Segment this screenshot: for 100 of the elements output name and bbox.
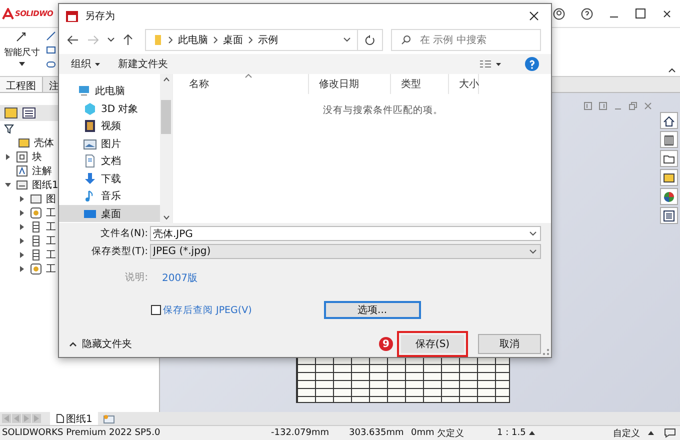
dropdown-icon[interactable] bbox=[529, 231, 537, 236]
scroll-down-icon bbox=[162, 215, 170, 220]
folder-icon[interactable] bbox=[660, 150, 678, 167]
breadcrumb-item[interactable]: 此电脑 bbox=[178, 33, 208, 48]
search-field[interactable]: 在 示例 中搜索 bbox=[391, 29, 541, 52]
comment-icon[interactable] bbox=[664, 428, 676, 438]
tree-item[interactable]: 工 bbox=[46, 234, 56, 248]
nav-item[interactable]: 音乐 bbox=[59, 187, 160, 205]
collapse-icon[interactable] bbox=[668, 67, 676, 73]
view-options-icon[interactable] bbox=[479, 59, 501, 70]
column-header[interactable]: 大小 bbox=[449, 74, 479, 94]
tool-label[interactable]: 智能尺寸 bbox=[4, 46, 40, 59]
caret-icon bbox=[95, 62, 100, 66]
blocks-icon bbox=[16, 151, 28, 163]
refresh-icon bbox=[364, 34, 376, 46]
line-icon[interactable] bbox=[46, 31, 56, 41]
dropdown-icon[interactable] bbox=[529, 249, 537, 254]
tree-item[interactable]: 图 bbox=[46, 192, 56, 206]
add-sheet-icon[interactable] bbox=[102, 414, 116, 424]
units-caret-icon[interactable] bbox=[648, 431, 654, 435]
properties-tab-icon[interactable] bbox=[22, 107, 36, 119]
view-after-save-checkbox[interactable]: 保存后查阅 JPEG(V) bbox=[151, 304, 252, 316]
chevron-icon bbox=[168, 36, 173, 44]
options-button[interactable]: 选项... bbox=[324, 301, 421, 319]
caret-icon[interactable] bbox=[19, 62, 25, 66]
tree-item[interactable]: 工 bbox=[46, 206, 56, 220]
description-label: 说明: bbox=[124, 271, 149, 284]
empty-message: 没有与搜索条件匹配的项。 bbox=[322, 104, 444, 118]
chevron-icon bbox=[248, 36, 253, 44]
file-name-field[interactable]: 壳体.JPG bbox=[150, 226, 541, 241]
restore-icon[interactable] bbox=[629, 102, 637, 110]
pc-icon bbox=[77, 84, 91, 98]
slot-icon[interactable] bbox=[46, 59, 56, 69]
tree-item[interactable]: 工 bbox=[46, 220, 56, 234]
tree-item[interactable]: 壳体 bbox=[34, 136, 54, 150]
resize-grip-icon[interactable] bbox=[543, 349, 549, 355]
dropdown-icon[interactable] bbox=[342, 37, 351, 44]
table-icon bbox=[30, 235, 42, 247]
help-icon[interactable] bbox=[581, 8, 593, 20]
ribbon-tab[interactable]: 工程图 bbox=[0, 77, 43, 92]
expand-arrow-icon[interactable] bbox=[18, 223, 26, 231]
expand-arrow-icon[interactable] bbox=[18, 265, 26, 273]
tree-item[interactable]: 块 bbox=[32, 150, 42, 164]
tree-item[interactable]: 注解 bbox=[32, 164, 52, 178]
expand-arrow-icon[interactable] bbox=[18, 237, 26, 245]
description-value: 2007版 bbox=[162, 272, 198, 284]
tree-item[interactable]: 工 bbox=[46, 262, 56, 276]
toolbar-button[interactable]: 组织 bbox=[71, 57, 100, 72]
appearance-icon[interactable] bbox=[660, 188, 678, 205]
nav-item[interactable]: 视频 bbox=[59, 117, 160, 135]
scrollbar[interactable] bbox=[160, 74, 172, 223]
tile-right-icon[interactable] bbox=[599, 102, 607, 110]
sheet-tab[interactable]: 图纸1 bbox=[50, 412, 98, 425]
tile-left-icon[interactable] bbox=[584, 102, 592, 110]
expand-arrow-icon[interactable] bbox=[4, 153, 12, 161]
tree-tab-icon[interactable] bbox=[4, 107, 18, 119]
column-header[interactable]: 修改日期 bbox=[309, 74, 391, 94]
library-icon[interactable] bbox=[660, 131, 678, 148]
units-text[interactable]: 自定义 bbox=[613, 426, 640, 440]
tree-item[interactable]: 图纸1 bbox=[32, 178, 58, 192]
filter-icon[interactable] bbox=[4, 124, 14, 134]
view-icon bbox=[30, 263, 42, 275]
scale-caret-icon[interactable] bbox=[529, 431, 535, 435]
user-icon[interactable] bbox=[553, 8, 565, 20]
maximize-icon[interactable] bbox=[635, 8, 646, 19]
dialog-button[interactable]: 取消 bbox=[478, 334, 541, 354]
home-icon[interactable] bbox=[660, 112, 678, 129]
search-icon bbox=[401, 35, 411, 46]
breadcrumb-item[interactable]: 示例 bbox=[258, 33, 278, 48]
scroll-up-icon bbox=[162, 77, 170, 82]
rectangle-icon[interactable] bbox=[46, 45, 56, 55]
dialog-button[interactable]: 保存(S) bbox=[397, 331, 468, 357]
nav-item[interactable]: 下载 bbox=[59, 170, 160, 188]
expand-arrow-icon[interactable] bbox=[18, 195, 26, 203]
scroll-thumb[interactable] bbox=[161, 100, 171, 134]
nav-item[interactable]: 文档 bbox=[59, 152, 160, 170]
coordinate-z: 0mm bbox=[411, 428, 436, 438]
close-icon[interactable] bbox=[529, 11, 539, 22]
objects-icon bbox=[83, 102, 97, 116]
column-header[interactable]: 类型 bbox=[391, 74, 449, 94]
expand-arrow-icon[interactable] bbox=[18, 251, 26, 259]
recent-caret-icon[interactable] bbox=[107, 37, 115, 44]
properties-icon[interactable] bbox=[660, 207, 678, 224]
toolbar-button[interactable]: 新建文件夹 bbox=[118, 57, 168, 72]
collapse-arrow-icon[interactable] bbox=[4, 181, 12, 189]
expand-arrow-icon[interactable] bbox=[18, 209, 26, 217]
up-icon[interactable] bbox=[123, 34, 133, 46]
refresh-button[interactable] bbox=[358, 29, 383, 52]
column-header[interactable]: 名称 bbox=[179, 74, 309, 94]
nav-item[interactable]: 图片 bbox=[59, 134, 160, 152]
help-icon[interactable] bbox=[525, 57, 539, 72]
table-icon bbox=[30, 221, 42, 233]
breadcrumb-item[interactable]: 桌面 bbox=[223, 33, 243, 48]
address-bar[interactable]: 此电脑 桌面 示例 bbox=[145, 29, 358, 52]
back-icon[interactable] bbox=[67, 35, 79, 46]
hide-folders-toggle[interactable]: 隐藏文件夹 bbox=[69, 337, 132, 351]
nav-item[interactable]: 桌面 bbox=[59, 204, 160, 222]
tree-item[interactable]: 工 bbox=[46, 248, 56, 262]
nav-item[interactable]: 3D 对象 bbox=[59, 100, 160, 118]
close-icon[interactable] bbox=[662, 8, 672, 18]
